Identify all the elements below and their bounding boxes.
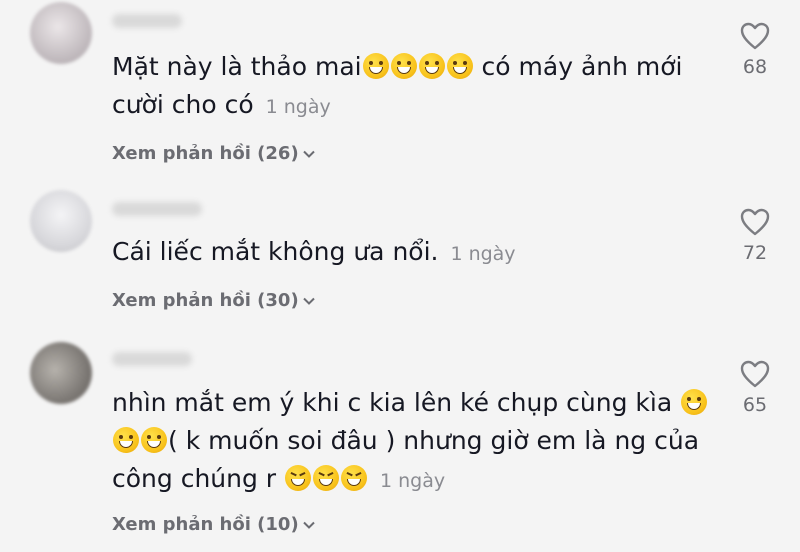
comment-text: nhìn mắt em ý khi c kia lên ké chụp cùng… xyxy=(112,384,708,500)
like-button[interactable]: 68 xyxy=(735,22,775,78)
comment-text: Mặt này là thảo mai có máy ảnh mới cười … xyxy=(112,48,683,126)
view-replies-label: Xem phản hồi (30) xyxy=(112,290,299,311)
username[interactable] xyxy=(112,202,202,216)
comment-text-line: Cái liếc mắt không ưa nổi. xyxy=(112,237,439,266)
comment-time: 1 ngày xyxy=(379,470,446,492)
heart-outline-icon xyxy=(740,22,770,50)
comment-text-line: ( k muốn soi đâu ) nhưng giờ em là ng củ… xyxy=(168,426,700,455)
face-with-tears-of-joy-emoji xyxy=(390,53,417,79)
avatar[interactable] xyxy=(30,2,92,64)
like-button[interactable]: 72 xyxy=(735,208,775,264)
chevron-down-icon xyxy=(302,150,315,158)
face-with-tears-of-joy-emoji xyxy=(446,53,473,79)
comment-text-line: Mặt này là thảo mai xyxy=(112,52,362,81)
view-replies-button[interactable]: Xem phản hồi (30) xyxy=(112,290,315,311)
face-with-tears-of-joy-emoji xyxy=(362,53,389,79)
like-button[interactable]: 65 xyxy=(735,360,775,416)
chevron-down-icon xyxy=(302,297,315,305)
comment-text-line: cười cho có xyxy=(112,90,254,119)
view-replies-label: Xem phản hồi (26) xyxy=(112,143,299,164)
view-replies-button[interactable]: Xem phản hồi (26) xyxy=(112,143,315,164)
comment-time: 1 ngày xyxy=(450,243,516,265)
like-count: 68 xyxy=(742,56,768,78)
grinning-squinting-face-emoji xyxy=(285,465,312,491)
like-count: 65 xyxy=(742,394,768,416)
heart-outline-icon xyxy=(740,208,770,236)
avatar[interactable] xyxy=(30,342,92,404)
heart-outline-icon xyxy=(740,360,770,388)
view-replies-label: Xem phản hồi (10) xyxy=(112,514,299,535)
comment-time: 1 ngày xyxy=(265,96,331,118)
grinning-squinting-face-emoji xyxy=(341,465,368,491)
comment-text-line: công chúng r xyxy=(112,464,277,493)
username[interactable] xyxy=(112,14,182,28)
chevron-down-icon xyxy=(302,521,315,529)
grinning-face-emoji xyxy=(681,389,708,415)
avatar[interactable] xyxy=(30,190,92,252)
grinning-face-emoji xyxy=(141,427,167,453)
like-count: 72 xyxy=(742,242,768,264)
comment-text-line: nhìn mắt em ý khi c kia lên ké chụp cùng… xyxy=(112,388,673,417)
face-with-tears-of-joy-emoji xyxy=(418,53,445,79)
view-replies-button[interactable]: Xem phản hồi (10) xyxy=(112,514,315,535)
username[interactable] xyxy=(112,352,192,366)
grinning-squinting-face-emoji xyxy=(313,465,340,491)
comment-text-line: có máy ảnh mới xyxy=(473,52,683,81)
grinning-face-emoji xyxy=(113,427,139,453)
comment-text: Cái liếc mắt không ưa nổi. 1 ngày xyxy=(112,233,516,273)
